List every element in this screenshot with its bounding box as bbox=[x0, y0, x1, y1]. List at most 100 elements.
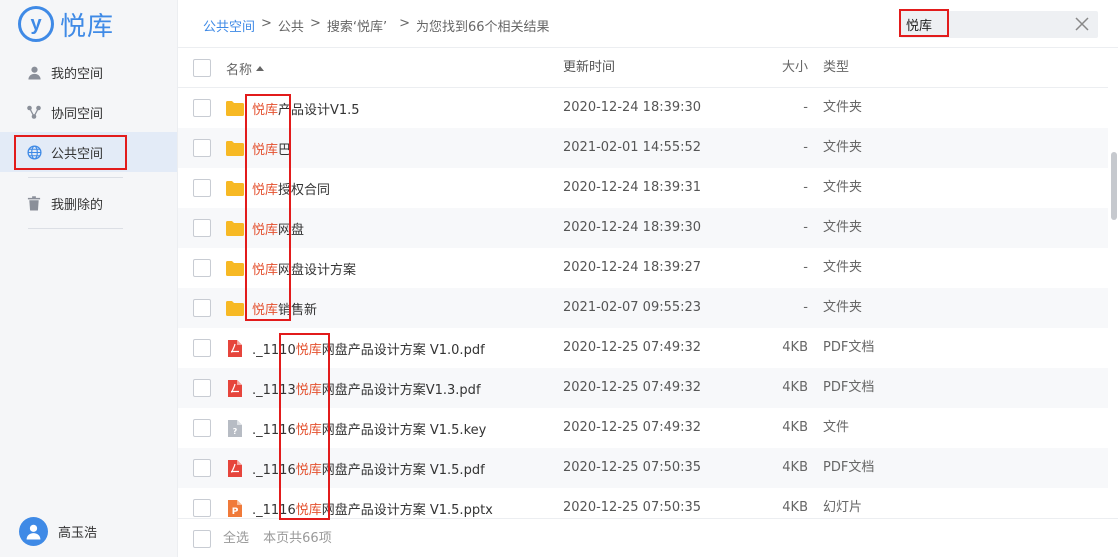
sidebar-item-label: 协同空间 bbox=[51, 106, 104, 122]
table-row[interactable]: 悦库网盘 2020-12-24 18:39:30 - 文件夹 bbox=[178, 208, 1108, 248]
breadcrumb: 公共空间 > 公共 > 搜索‘悦库’ > 为您找到66个相关结果 bbox=[203, 16, 550, 35]
scrollbar-track[interactable] bbox=[1108, 48, 1118, 518]
file-name-cell[interactable]: 悦库销售新 bbox=[226, 288, 317, 328]
search-box bbox=[900, 11, 1098, 38]
file-time: 2021-02-01 14:55:52 bbox=[563, 140, 702, 155]
row-checkbox[interactable] bbox=[193, 299, 211, 317]
breadcrumb-level1[interactable]: 公共 bbox=[278, 16, 304, 35]
table-row[interactable]: 悦库巴 2021-02-01 14:55:52 - 文件夹 bbox=[178, 128, 1108, 168]
folder-icon bbox=[226, 259, 244, 277]
table-row[interactable]: ? ._1116悦库网盘产品设计方案 V1.5.key 2020-12-25 0… bbox=[178, 408, 1108, 448]
file-name-highlight: 悦库 bbox=[295, 342, 322, 358]
file-size: - bbox=[803, 140, 808, 155]
file-name-cell[interactable]: ._1116悦库网盘产品设计方案 V1.5.pdf bbox=[226, 448, 485, 488]
sidebar-item-public-space[interactable]: 公共空间 bbox=[0, 132, 177, 172]
file-size: 4KB bbox=[782, 340, 808, 355]
select-all-checkbox[interactable] bbox=[193, 530, 211, 548]
file-name: 悦库巴 bbox=[252, 139, 291, 158]
file-time: 2020-12-24 18:39:31 bbox=[563, 180, 702, 195]
row-checkbox[interactable] bbox=[193, 259, 211, 277]
file-size: 4KB bbox=[782, 380, 808, 395]
file-time: 2020-12-24 18:39:30 bbox=[563, 100, 702, 115]
row-checkbox[interactable] bbox=[193, 379, 211, 397]
file-name-cell[interactable]: 悦库巴 bbox=[226, 128, 291, 168]
file-name: ._1110悦库网盘产品设计方案 V1.0.pdf bbox=[252, 339, 485, 358]
sidebar: y 悦库 我的空间 协同空间 公共空间 我删除的 高玉浩 bbox=[0, 0, 178, 557]
sidebar-item-label: 公共空间 bbox=[51, 146, 104, 162]
file-name: ._1116悦库网盘产品设计方案 V1.5.pptx bbox=[252, 499, 493, 518]
user-profile[interactable]: 高玉浩 bbox=[19, 517, 97, 546]
file-name-cell[interactable]: 悦库产品设计V1.5 bbox=[226, 88, 360, 128]
scrollbar-thumb[interactable] bbox=[1111, 152, 1117, 220]
file-name: ._1116悦库网盘产品设计方案 V1.5.pdf bbox=[252, 459, 485, 478]
file-time: 2020-12-25 07:50:35 bbox=[563, 460, 702, 475]
file-name-cell[interactable]: 悦库网盘 bbox=[226, 208, 304, 248]
table-row[interactable]: 悦库产品设计V1.5 2020-12-24 18:39:30 - 文件夹 bbox=[178, 88, 1108, 128]
file-type: 文件夹 bbox=[823, 220, 863, 235]
select-all-label[interactable]: 全选 bbox=[223, 531, 249, 546]
file-name: 悦库产品设计V1.5 bbox=[252, 99, 360, 118]
table-row[interactable]: ._1116悦库网盘产品设计方案 V1.5.pdf 2020-12-25 07:… bbox=[178, 448, 1108, 488]
column-header-size[interactable]: 大小 bbox=[782, 48, 808, 88]
file-name-cell[interactable]: ._1113悦库网盘产品设计方案V1.3.pdf bbox=[226, 368, 481, 408]
select-all-checkbox-header[interactable] bbox=[193, 59, 211, 77]
row-checkbox[interactable] bbox=[193, 459, 211, 477]
table-row[interactable]: 悦库销售新 2021-02-07 09:55:23 - 文件夹 bbox=[178, 288, 1108, 328]
trash-icon bbox=[26, 195, 42, 211]
file-name-highlight: 悦库 bbox=[295, 462, 322, 478]
logo[interactable]: y 悦库 bbox=[18, 6, 114, 42]
file-name-cell[interactable]: ? ._1116悦库网盘产品设计方案 V1.5.key bbox=[226, 408, 486, 448]
file-name-highlight: 悦库 bbox=[252, 142, 279, 158]
column-header-name[interactable]: 名称 bbox=[226, 48, 265, 88]
row-checkbox[interactable] bbox=[193, 179, 211, 197]
file-name-highlight: 悦库 bbox=[252, 182, 279, 198]
table-footer: 全选 本页共66项 bbox=[178, 518, 1118, 557]
search-input[interactable] bbox=[904, 11, 1064, 38]
file-name-highlight: 悦库 bbox=[295, 422, 322, 438]
column-header-time[interactable]: 更新时间 bbox=[563, 48, 615, 88]
table-row[interactable]: 悦库授权合同 2020-12-24 18:39:31 - 文件夹 bbox=[178, 168, 1108, 208]
file-name-prefix: ._1110 bbox=[252, 342, 296, 358]
folder-icon bbox=[226, 219, 244, 237]
row-checkbox[interactable] bbox=[193, 419, 211, 437]
row-checkbox[interactable] bbox=[193, 339, 211, 357]
file-name-suffix: 网盘产品设计方案 V1.5.pptx bbox=[321, 502, 493, 518]
close-icon[interactable] bbox=[1074, 16, 1090, 32]
table-row[interactable]: 悦库网盘设计方案 2020-12-24 18:39:27 - 文件夹 bbox=[178, 248, 1108, 288]
user-name: 高玉浩 bbox=[58, 526, 98, 541]
column-header-type[interactable]: 类型 bbox=[823, 48, 849, 88]
file-name-cell[interactable]: 悦库授权合同 bbox=[226, 168, 330, 208]
sidebar-item-my-space[interactable]: 我的空间 bbox=[0, 52, 177, 92]
file-type: PDF文档 bbox=[823, 340, 875, 355]
pdf-icon bbox=[226, 339, 244, 357]
row-checkbox[interactable] bbox=[193, 499, 211, 517]
sidebar-item-deleted[interactable]: 我删除的 bbox=[0, 183, 177, 223]
breadcrumb-root[interactable]: 公共空间 bbox=[203, 16, 255, 35]
sidebar-item-collab-space[interactable]: 协同空间 bbox=[0, 92, 177, 132]
person-icon bbox=[26, 64, 42, 80]
row-checkbox[interactable] bbox=[193, 99, 211, 117]
file-name-highlight: 悦库 bbox=[252, 262, 279, 278]
file-type: PDF文档 bbox=[823, 380, 875, 395]
file-type: PDF文档 bbox=[823, 460, 875, 475]
file-name-suffix: 巴 bbox=[278, 142, 292, 158]
pdf-icon bbox=[226, 379, 244, 397]
table-row[interactable]: ._1113悦库网盘产品设计方案V1.3.pdf 2020-12-25 07:4… bbox=[178, 368, 1108, 408]
table-row[interactable]: ._1110悦库网盘产品设计方案 V1.0.pdf 2020-12-25 07:… bbox=[178, 328, 1108, 368]
file-size: 4KB bbox=[782, 460, 808, 475]
file-name: ._1113悦库网盘产品设计方案V1.3.pdf bbox=[252, 379, 481, 398]
file-name-suffix: 网盘产品设计方案V1.3.pdf bbox=[321, 382, 481, 398]
folder-icon bbox=[226, 139, 244, 157]
file-name-suffix: 网盘设计方案 bbox=[278, 262, 357, 278]
file-name-highlight: 悦库 bbox=[295, 502, 322, 518]
file-name-highlight: 悦库 bbox=[252, 102, 279, 118]
sidebar-item-label: 我删除的 bbox=[51, 197, 104, 213]
share-icon bbox=[26, 104, 42, 120]
file-name-cell[interactable]: ._1110悦库网盘产品设计方案 V1.0.pdf bbox=[226, 328, 485, 368]
file-name-highlight: 悦库 bbox=[252, 302, 279, 318]
file-name: ._1116悦库网盘产品设计方案 V1.5.key bbox=[252, 419, 486, 438]
file-name-suffix: 网盘 bbox=[278, 222, 305, 238]
row-checkbox[interactable] bbox=[193, 139, 211, 157]
file-name-cell[interactable]: 悦库网盘设计方案 bbox=[226, 248, 356, 288]
row-checkbox[interactable] bbox=[193, 219, 211, 237]
